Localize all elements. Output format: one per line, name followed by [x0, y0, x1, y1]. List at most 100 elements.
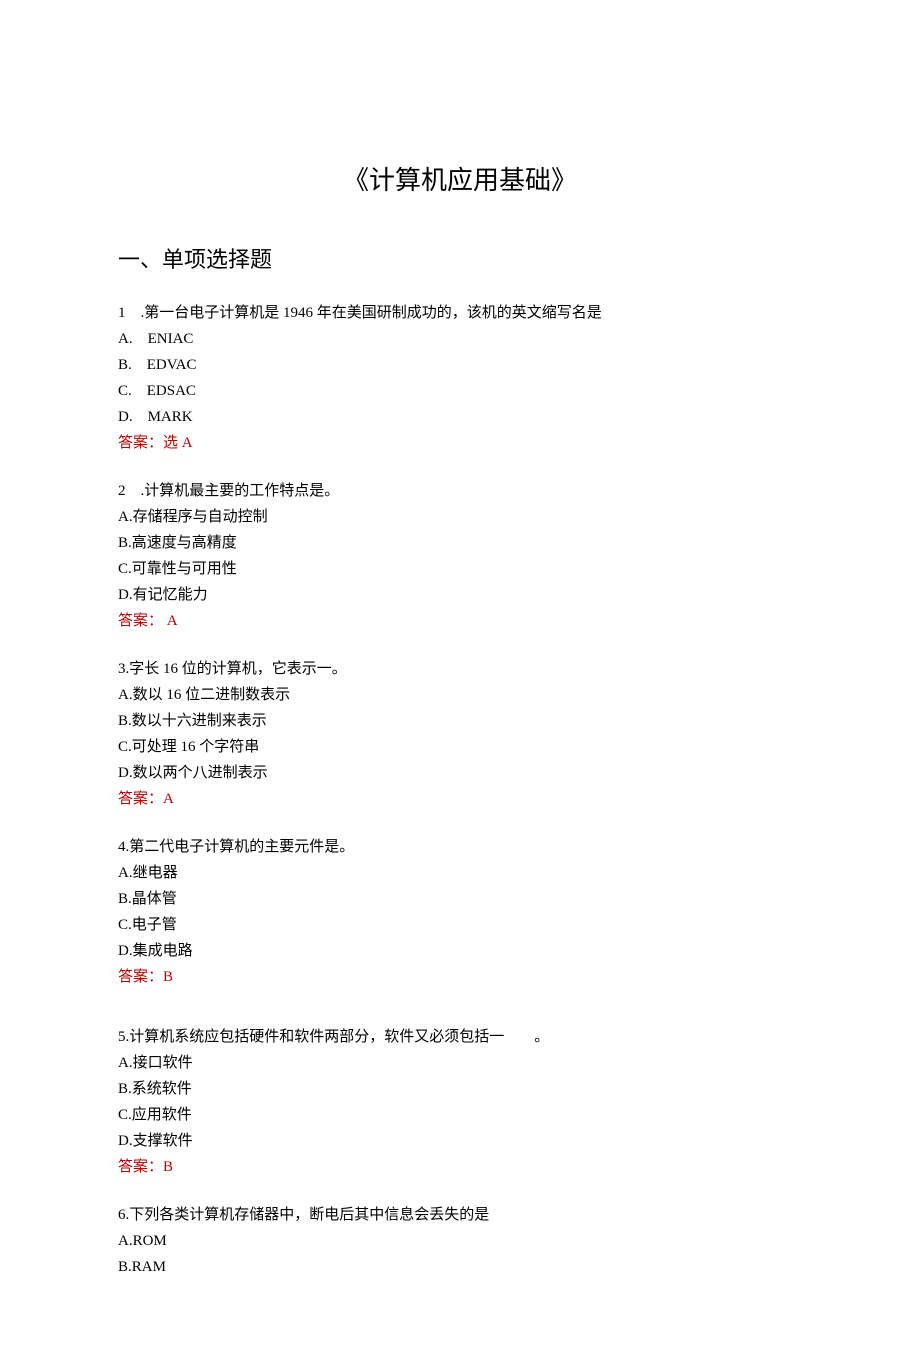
option-text: EDSAC — [147, 383, 196, 399]
option-b: B.RAM — [118, 1255, 802, 1279]
document-title: 《计算机应用基础》 — [118, 160, 802, 202]
option-text: 存储程序与自动控制 — [133, 509, 268, 525]
option-text: 数以 16 位二进制数表示 — [133, 687, 291, 703]
option-b: B.高速度与高精度 — [118, 531, 802, 555]
option-label: C. — [118, 739, 132, 755]
option-label: A. — [118, 1055, 133, 1071]
option-text: 系统软件 — [132, 1081, 192, 1097]
question-number: 3. — [118, 661, 129, 677]
option-d: D.支撑软件 — [118, 1129, 802, 1153]
option-label: C. — [118, 1107, 132, 1123]
option-label: D. — [118, 587, 133, 603]
question-stem: 字长 16 位的计算机，它表示一。 — [129, 661, 347, 677]
option-c: C. EDSAC — [118, 379, 802, 403]
option-text: RAM — [132, 1259, 166, 1275]
option-text: 可处理 16 个字符串 — [132, 739, 260, 755]
option-b: B.晶体管 — [118, 887, 802, 911]
answer-text: B — [163, 969, 173, 985]
question-1: 1 .第一台电子计算机是 1946 年在美国研制成功的，该机的英文缩写名是 A.… — [118, 301, 802, 455]
option-c: C.应用软件 — [118, 1103, 802, 1127]
option-text: 可靠性与可用性 — [132, 561, 237, 577]
option-label: A. — [118, 687, 133, 703]
section-heading: 一、单项选择题 — [118, 242, 802, 277]
option-d: D.有记忆能力 — [118, 583, 802, 607]
answer-line: 答案：A — [118, 787, 802, 811]
option-c: C.可靠性与可用性 — [118, 557, 802, 581]
option-text: 数以十六进制来表示 — [132, 713, 267, 729]
question-number: 4. — [118, 839, 129, 855]
question-number: 6. — [118, 1207, 129, 1223]
option-d: D.集成电路 — [118, 939, 802, 963]
option-c: C.电子管 — [118, 913, 802, 937]
answer-line: 答案：B — [118, 1155, 802, 1179]
question-text: 2 .计算机最主要的工作特点是。 — [118, 479, 802, 503]
answer-text: A — [163, 613, 178, 629]
option-text: 支撑软件 — [133, 1133, 193, 1149]
option-label: D. — [118, 409, 148, 425]
option-label: A. — [118, 331, 148, 347]
question-number: 2 . — [118, 483, 144, 499]
option-label: A. — [118, 1233, 133, 1249]
answer-prefix: 答案： — [118, 791, 163, 807]
option-d: D.数以两个八进制表示 — [118, 761, 802, 785]
option-a: A.ROM — [118, 1229, 802, 1253]
answer-line: 答案： A — [118, 609, 802, 633]
answer-line: 答案：选 A — [118, 431, 802, 455]
option-label: D. — [118, 943, 133, 959]
question-stem: 计算机系统应包括硬件和软件两部分，软件又必须包括一 。 — [129, 1029, 549, 1045]
option-text: 有记忆能力 — [133, 587, 208, 603]
option-b: B.数以十六进制来表示 — [118, 709, 802, 733]
answer-prefix: 答案： — [118, 435, 163, 451]
answer-prefix: 答案： — [118, 613, 163, 629]
option-label: B. — [118, 891, 132, 907]
option-text: 电子管 — [132, 917, 177, 933]
question-number: 1 . — [118, 305, 144, 321]
question-stem: 第一台电子计算机是 1946 年在美国研制成功的，该机的英文缩写名是 — [144, 305, 602, 321]
question-5: 5.计算机系统应包括硬件和软件两部分，软件又必须包括一 。 A.接口软件 B.系… — [118, 1025, 802, 1179]
option-label: B. — [118, 713, 132, 729]
answer-prefix: 答案： — [118, 1159, 163, 1175]
question-stem: 计算机最主要的工作特点是。 — [144, 483, 339, 499]
question-stem: 第二代电子计算机的主要元件是。 — [129, 839, 354, 855]
answer-text: A — [163, 791, 174, 807]
question-text: 4.第二代电子计算机的主要元件是。 — [118, 835, 802, 859]
option-label: D. — [118, 1133, 133, 1149]
question-4: 4.第二代电子计算机的主要元件是。 A.继电器 B.晶体管 C.电子管 D.集成… — [118, 835, 802, 989]
option-label: C. — [118, 561, 132, 577]
option-b: B. EDVAC — [118, 353, 802, 377]
option-label: B. — [118, 1259, 132, 1275]
question-6: 6.下列各类计算机存储器中，断电后其中信息会丢失的是 A.ROM B.RAM — [118, 1203, 802, 1279]
option-label: B. — [118, 357, 147, 373]
option-label: A. — [118, 865, 133, 881]
question-text: 6.下列各类计算机存储器中，断电后其中信息会丢失的是 — [118, 1203, 802, 1227]
option-text: 数以两个八进制表示 — [133, 765, 268, 781]
option-b: B.系统软件 — [118, 1077, 802, 1101]
question-text: 5.计算机系统应包括硬件和软件两部分，软件又必须包括一 。 — [118, 1025, 802, 1049]
question-text: 3.字长 16 位的计算机，它表示一。 — [118, 657, 802, 681]
option-text: ENIAC — [148, 331, 194, 347]
option-text: 继电器 — [133, 865, 178, 881]
option-text: 高速度与高精度 — [132, 535, 237, 551]
option-label: B. — [118, 535, 132, 551]
option-label: A. — [118, 509, 133, 525]
option-text: MARK — [148, 409, 193, 425]
option-c: C.可处理 16 个字符串 — [118, 735, 802, 759]
option-d: D. MARK — [118, 405, 802, 429]
option-a: A.继电器 — [118, 861, 802, 885]
option-a: A.数以 16 位二进制数表示 — [118, 683, 802, 707]
option-a: A.接口软件 — [118, 1051, 802, 1075]
option-a: A.存储程序与自动控制 — [118, 505, 802, 529]
option-text: 接口软件 — [133, 1055, 193, 1071]
option-text: 集成电路 — [133, 943, 193, 959]
question-2: 2 .计算机最主要的工作特点是。 A.存储程序与自动控制 B.高速度与高精度 C… — [118, 479, 802, 633]
option-text: EDVAC — [147, 357, 197, 373]
option-text: ROM — [133, 1233, 167, 1249]
question-3: 3.字长 16 位的计算机，它表示一。 A.数以 16 位二进制数表示 B.数以… — [118, 657, 802, 811]
option-a: A. ENIAC — [118, 327, 802, 351]
question-stem: 下列各类计算机存储器中，断电后其中信息会丢失的是 — [129, 1207, 489, 1223]
answer-text: 选 A — [163, 435, 193, 451]
option-label: C. — [118, 383, 147, 399]
answer-line: 答案：B — [118, 965, 802, 989]
answer-prefix: 答案： — [118, 969, 163, 985]
question-text: 1 .第一台电子计算机是 1946 年在美国研制成功的，该机的英文缩写名是 — [118, 301, 802, 325]
